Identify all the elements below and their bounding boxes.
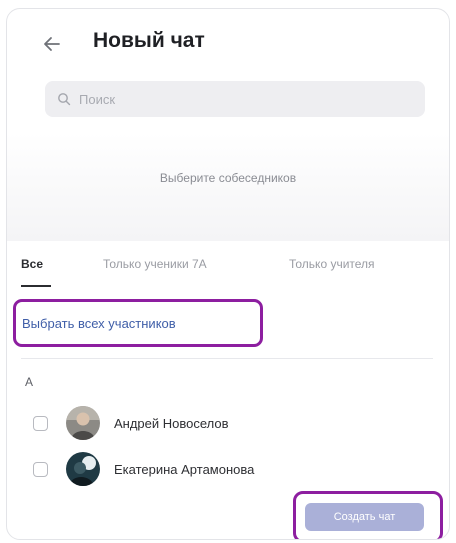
- contact-row[interactable]: Екатерина Артамонова: [33, 451, 433, 487]
- search-icon: [58, 93, 71, 106]
- filter-tabs: Все Только ученики 7А Только учителя: [7, 257, 449, 291]
- selected-participants-area: Выберите собеседников: [7, 133, 449, 241]
- header: Новый чат: [7, 9, 449, 75]
- tab-all[interactable]: Все: [21, 257, 43, 271]
- contact-row[interactable]: Андрей Новоселов: [33, 405, 433, 441]
- contact-checkbox[interactable]: [33, 461, 48, 477]
- page-title: Новый чат: [93, 29, 205, 52]
- tab-students-7a[interactable]: Только ученики 7А: [103, 257, 207, 271]
- back-button[interactable]: [41, 33, 69, 55]
- active-tab-indicator: [21, 285, 51, 287]
- tab-teachers[interactable]: Только учителя: [289, 257, 375, 271]
- arrow-left-icon: [44, 37, 60, 51]
- new-chat-panel: Новый чат Выберите собеседников Все Толь…: [6, 8, 450, 540]
- divider: [21, 358, 433, 359]
- contact-name: Андрей Новоселов: [114, 415, 229, 431]
- search-box[interactable]: [45, 81, 425, 117]
- contact-name: Екатерина Артамонова: [114, 461, 255, 477]
- create-chat-highlight: Создать чат: [293, 491, 443, 539]
- select-all-button[interactable]: Выбрать всех участников: [13, 299, 263, 347]
- create-chat-button[interactable]: Создать чат: [305, 503, 424, 531]
- empty-selection-hint: Выберите собеседников: [159, 171, 297, 185]
- avatar: [66, 406, 100, 440]
- avatar: [66, 452, 100, 486]
- section-letter: А: [25, 375, 34, 389]
- search-input[interactable]: [77, 90, 401, 108]
- contact-checkbox[interactable]: [33, 415, 48, 431]
